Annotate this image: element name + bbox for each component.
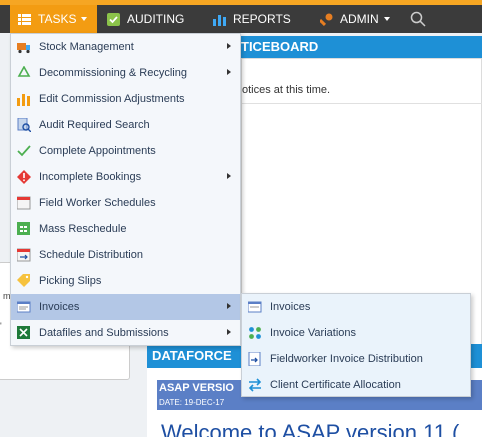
tag-icon xyxy=(17,274,31,288)
tasks-dropdown-menu: Stock Management Decommissioning & Recyc… xyxy=(10,33,241,346)
document-search-icon xyxy=(17,117,32,133)
menu-item-edit-commission-adjustments[interactable]: Edit Commission Adjustments xyxy=(11,86,240,112)
menu-item-label: Decommissioning & Recycling xyxy=(39,67,187,79)
nav-auditing[interactable]: AUDITING xyxy=(107,5,184,33)
submenu-item-client-certificate-allocation[interactable]: Client Certificate Allocation xyxy=(242,372,470,398)
excel-icon xyxy=(17,326,31,340)
chevron-down-icon xyxy=(81,17,88,21)
checkbox-icon xyxy=(107,12,120,26)
bar-chart-icon xyxy=(213,13,226,26)
version-title: ASAP VERSIO xyxy=(159,382,234,394)
menu-item-label: Edit Commission Adjustments xyxy=(39,93,185,105)
menu-item-decommissioning-recycling[interactable]: Decommissioning & Recycling xyxy=(11,60,240,86)
nav-tasks-label: TASKS xyxy=(38,12,77,26)
menu-item-invoices[interactable]: Invoices xyxy=(11,294,240,320)
chevron-right-icon xyxy=(227,69,231,75)
submenu-item-label: Invoices xyxy=(270,301,311,313)
checkmark-icon xyxy=(17,144,31,158)
menu-item-picking-slips[interactable]: Picking Slips xyxy=(11,268,240,294)
left-panel-text: ' xyxy=(0,321,2,331)
chevron-right-icon xyxy=(227,43,231,49)
nav-admin[interactable]: ADMIN xyxy=(318,5,390,33)
menu-item-audit-required-search[interactable]: Audit Required Search xyxy=(11,112,240,138)
menu-item-label: Datafiles and Submissions xyxy=(39,327,169,339)
notice-message: otices at this time. xyxy=(242,84,331,96)
calendar-arrow-icon xyxy=(16,248,31,262)
submenu-item-label: Invoice Variations xyxy=(270,327,357,339)
menu-item-incomplete-bookings[interactable]: Incomplete Bookings xyxy=(11,164,240,190)
calendar-icon xyxy=(16,196,31,210)
dots-grid-icon xyxy=(248,326,262,340)
menu-item-datafiles-submissions[interactable]: Datafiles and Submissions xyxy=(11,320,240,346)
chevron-right-icon xyxy=(227,173,231,179)
search-icon[interactable] xyxy=(410,11,426,27)
menu-item-label: Invoices xyxy=(39,301,80,313)
submenu-item-invoice-variations[interactable]: Invoice Variations xyxy=(242,320,470,346)
document-arrow-icon xyxy=(248,351,262,367)
submenu-item-label: Client Certificate Allocation xyxy=(270,379,401,391)
menu-item-schedule-distribution[interactable]: Schedule Distribution xyxy=(11,242,240,268)
menu-item-label: Picking Slips xyxy=(39,275,102,287)
menu-item-complete-appointments[interactable]: Complete Appointments xyxy=(11,138,240,164)
chevron-down-icon xyxy=(383,17,390,21)
menu-item-label: Stock Management xyxy=(39,41,134,53)
nav-reports[interactable]: REPORTS xyxy=(213,5,291,33)
transfer-icon xyxy=(248,378,262,392)
submenu-item-label: Fieldworker Invoice Distribution xyxy=(270,353,423,365)
bar-chart-icon xyxy=(17,92,31,106)
chevron-right-icon xyxy=(227,329,231,335)
chevron-right-icon xyxy=(227,303,231,309)
noticeboard-header: TICEBOARD xyxy=(241,36,482,58)
welcome-heading: Welcome to ASAP version 11 ( xyxy=(161,420,460,437)
recycle-icon xyxy=(17,65,31,80)
submenu-item-invoices[interactable]: Invoices xyxy=(242,294,470,320)
wrench-icon xyxy=(318,13,333,26)
notice-row: otices at this time. xyxy=(242,59,482,104)
menu-item-label: Audit Required Search xyxy=(39,119,150,131)
menu-item-stock-management[interactable]: Stock Management xyxy=(11,34,240,60)
tasks-icon xyxy=(18,13,31,26)
invoice-icon xyxy=(16,300,31,314)
warning-icon xyxy=(17,170,31,184)
menu-item-field-worker-schedules[interactable]: Field Worker Schedules xyxy=(11,190,240,216)
menu-item-label: Complete Appointments xyxy=(39,145,156,157)
grid-icon xyxy=(17,222,31,236)
invoice-icon xyxy=(247,300,262,314)
menu-item-label: Incomplete Bookings xyxy=(39,171,142,183)
menu-item-mass-reschedule[interactable]: Mass Reschedule xyxy=(11,216,240,242)
version-date: DATE: 19-DEC-17 xyxy=(159,398,225,407)
nav-auditing-label: AUDITING xyxy=(127,12,185,26)
nav-admin-label: ADMIN xyxy=(340,12,379,26)
menu-item-label: Field Worker Schedules xyxy=(39,197,156,209)
invoices-submenu: Invoices Invoice Variations Fieldworker … xyxy=(241,293,471,397)
main-navbar: TASKS AUDITING REPORTS ADMIN xyxy=(0,5,482,33)
menu-item-label: Schedule Distribution xyxy=(39,249,143,261)
menu-item-label: Mass Reschedule xyxy=(39,223,127,235)
truck-icon xyxy=(17,40,31,54)
nav-reports-label: REPORTS xyxy=(233,12,291,26)
nav-tasks[interactable]: TASKS xyxy=(10,5,97,33)
submenu-item-fieldworker-invoice-distribution[interactable]: Fieldworker Invoice Distribution xyxy=(242,346,470,372)
